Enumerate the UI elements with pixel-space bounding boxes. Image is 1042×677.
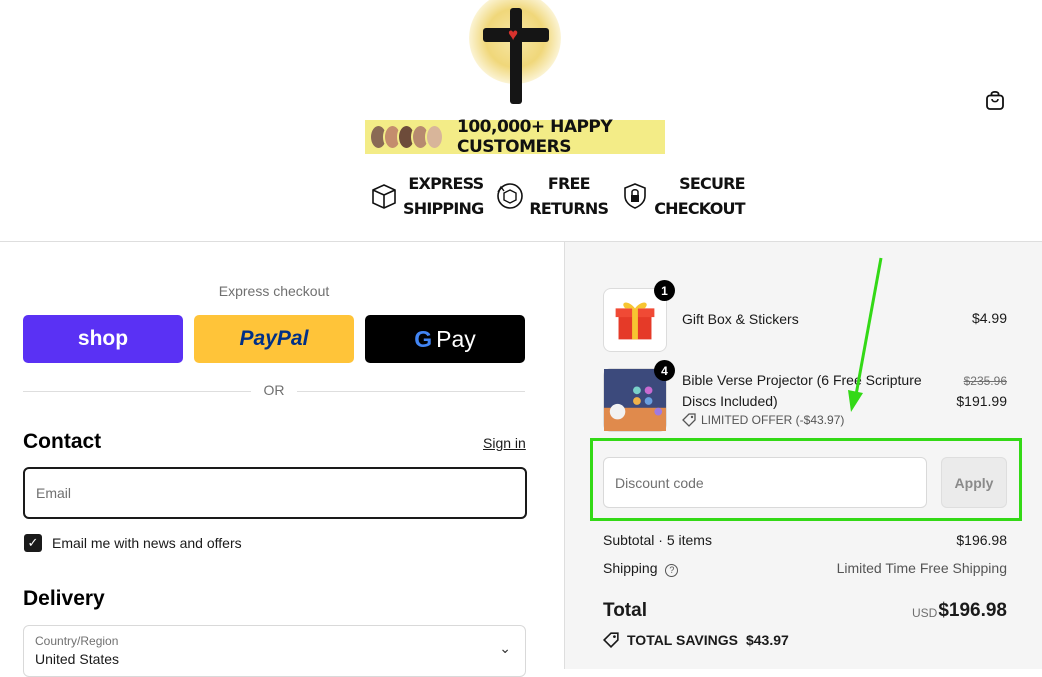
heart-icon: ♥: [508, 25, 519, 44]
box-icon: [372, 184, 396, 209]
total-value: $196.98: [938, 600, 1007, 621]
order-summary: 1 Gift Box & Stickers $4.99 4 Bible Vers…: [565, 242, 1042, 669]
paypal-button[interactable]: PayPal: [194, 315, 354, 363]
trust-badges: EXPRESS SHIPPING FREE RETURNS SECURE CHE…: [369, 168, 746, 224]
item-name: Gift Box & Stickers: [682, 311, 799, 327]
line-item: 4 Bible Verse Projector (6 Free Scriptur…: [603, 360, 1007, 432]
badge-secure-checkout: SECURE CHECKOUT: [620, 168, 746, 224]
or-divider: OR: [23, 382, 525, 400]
badge-express-shipping: EXPRESS SHIPPING: [369, 168, 484, 224]
store-logo[interactable]: ♥ 100,000+ HAPPY CUSTOMERS EXPRESS SHIPP…: [365, 0, 746, 230]
discount-tag-label: LIMITED OFFER (-$43.97): [701, 413, 845, 427]
store-header: ♥ 100,000+ HAPPY CUSTOMERS EXPRESS SHIPP…: [0, 0, 1042, 242]
item-name: Bible Verse Projector (6 Free Scripture …: [682, 370, 922, 412]
badge-line: SHIPPING: [403, 199, 484, 218]
shipping-value: Limited Time Free Shipping: [836, 560, 1007, 576]
shipping-row: Shipping ? Limited Time Free Shipping: [603, 560, 1007, 577]
badge-free-returns: FREE RETURNS: [495, 168, 609, 224]
happy-customers-banner: 100,000+ HAPPY CUSTOMERS: [365, 117, 665, 157]
country-value: United States: [35, 651, 120, 667]
newsletter-label[interactable]: Email me with news and offers: [52, 535, 242, 551]
discount-code-input[interactable]: [604, 458, 926, 507]
email-field[interactable]: [23, 467, 527, 519]
badge-line: SECURE: [679, 174, 745, 193]
customer-avatars: [369, 124, 444, 150]
delivery-heading: Delivery: [23, 587, 105, 610]
original-price: $235.96: [963, 374, 1007, 388]
sign-in-link[interactable]: Sign in: [483, 435, 526, 451]
paypal-logo: PayPal: [239, 327, 309, 350]
badge-line: RETURNS: [529, 199, 609, 218]
checkmark-icon: ✓: [27, 535, 39, 550]
shop-pay-logo: shop: [77, 327, 129, 350]
chevron-down-icon: ⌄: [499, 640, 511, 656]
tag-icon: [603, 632, 619, 648]
total-savings: TOTAL SAVINGS $43.97: [603, 632, 789, 648]
country-label: Country/Region: [35, 634, 119, 648]
total-label: Total: [603, 600, 647, 621]
shield-lock-icon: [624, 183, 647, 209]
apply-discount-button[interactable]: Apply: [941, 457, 1007, 508]
quantity-badge: 4: [654, 360, 675, 381]
divider-line: [297, 391, 525, 392]
subtotal-value: $196.98: [956, 532, 1007, 548]
item-price: $4.99: [971, 310, 1007, 326]
total-currency: USD: [912, 606, 938, 620]
google-g-icon: G: [414, 325, 433, 352]
express-checkout-label: Express checkout: [218, 283, 330, 299]
email-input[interactable]: [25, 469, 525, 517]
avatar: [425, 124, 444, 150]
badge-line: EXPRESS: [408, 174, 484, 193]
tag-icon: [682, 413, 696, 427]
checkout-form: Express checkout shop PayPal G Pay OR Co…: [0, 242, 565, 677]
cross-icon: [510, 8, 522, 104]
subtotal-row: Subtotal · 5 items $196.98: [603, 532, 1007, 548]
banner-text: 100,000+ HAPPY CUSTOMERS: [457, 117, 613, 157]
savings-value: $43.97: [745, 632, 789, 648]
product-thumbnail: 4: [603, 360, 675, 432]
country-select[interactable]: Country/Region United States ⌄: [23, 625, 526, 677]
subtotal-label: Subtotal · 5 items: [603, 532, 712, 548]
badge-line: FREE: [547, 174, 591, 193]
contact-heading: Contact: [23, 430, 102, 453]
google-pay-label: Pay: [436, 325, 476, 352]
return-box-icon: [497, 183, 524, 209]
or-text: OR: [263, 382, 285, 398]
shipping-label: Shipping: [603, 560, 658, 576]
quantity-badge: 1: [654, 280, 675, 301]
newsletter-checkbox[interactable]: ✓: [24, 534, 42, 552]
item-price: $191.99: [956, 393, 1007, 409]
item-name-line: Bible Verse Projector (6 Free Scripture: [682, 372, 922, 388]
badge-line: CHECKOUT: [654, 199, 745, 218]
discount-code-field[interactable]: [603, 457, 927, 508]
shopping-bag-icon[interactable]: [984, 89, 1006, 111]
line-item: 1 Gift Box & Stickers $4.99: [603, 280, 1007, 352]
item-name-line: Discs Included): [682, 393, 778, 409]
google-pay-button[interactable]: G Pay: [365, 315, 525, 363]
help-icon[interactable]: ?: [665, 564, 679, 577]
discount-tag: LIMITED OFFER (-$43.97): [682, 413, 844, 427]
savings-label: TOTAL SAVINGS: [627, 632, 738, 648]
product-thumbnail: 1: [603, 280, 675, 352]
shop-pay-button[interactable]: shop: [23, 315, 183, 363]
